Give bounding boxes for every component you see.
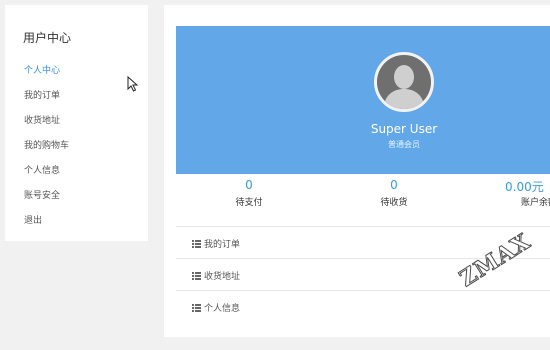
- sidebar-item-my-orders[interactable]: 我的订单: [24, 88, 60, 101]
- profile-banner: Super User 普通会员: [176, 26, 550, 174]
- mouse-cursor-icon: [127, 76, 139, 92]
- link-label: 个人信息: [204, 304, 241, 314]
- sidebar-item-personal-center[interactable]: 个人中心: [24, 63, 60, 76]
- stat-label-account-balance[interactable]: 账户余额: [521, 195, 550, 208]
- sidebar-item-account-security[interactable]: 账号安全: [24, 188, 60, 201]
- divider: [176, 226, 550, 227]
- sidebar: 用户中心 个人中心 我的订单 收货地址 我的购物车 个人信息 账号安全 退出: [5, 5, 148, 241]
- link-label: 收货地址: [204, 272, 241, 282]
- sidebar-item-shipping-address[interactable]: 收货地址: [24, 113, 60, 126]
- sidebar-title: 用户中心: [23, 31, 72, 45]
- stat-value-pending-payment[interactable]: 0: [219, 178, 279, 192]
- link-my-orders[interactable]: 我的订单: [192, 237, 240, 250]
- main-panel: Super User 普通会员 0 待支付 0 待收货 0.00元 账户余额 我…: [164, 5, 550, 337]
- sidebar-item-shopping-cart[interactable]: 我的购物车: [24, 138, 69, 151]
- user-silhouette-icon: [377, 55, 431, 109]
- membership-level: 普通会员: [388, 140, 420, 149]
- link-personal-info[interactable]: 个人信息: [192, 301, 240, 314]
- link-shipping-address[interactable]: 收货地址: [192, 269, 240, 282]
- avatar[interactable]: [374, 52, 434, 112]
- divider: [176, 290, 550, 291]
- stat-value-pending-receipt[interactable]: 0: [364, 178, 424, 192]
- stat-value-account-balance[interactable]: 0.00元: [505, 178, 550, 195]
- sidebar-item-personal-info[interactable]: 个人信息: [24, 163, 60, 176]
- sidebar-item-logout[interactable]: 退出: [24, 213, 42, 226]
- link-label: 我的订单: [204, 240, 241, 250]
- stat-label-pending-payment[interactable]: 待支付: [219, 195, 279, 208]
- user-name: Super User: [370, 122, 438, 136]
- list-icon: [192, 271, 201, 280]
- list-icon: [192, 303, 201, 312]
- list-icon: [192, 239, 201, 248]
- stat-label-pending-receipt[interactable]: 待收货: [364, 195, 424, 208]
